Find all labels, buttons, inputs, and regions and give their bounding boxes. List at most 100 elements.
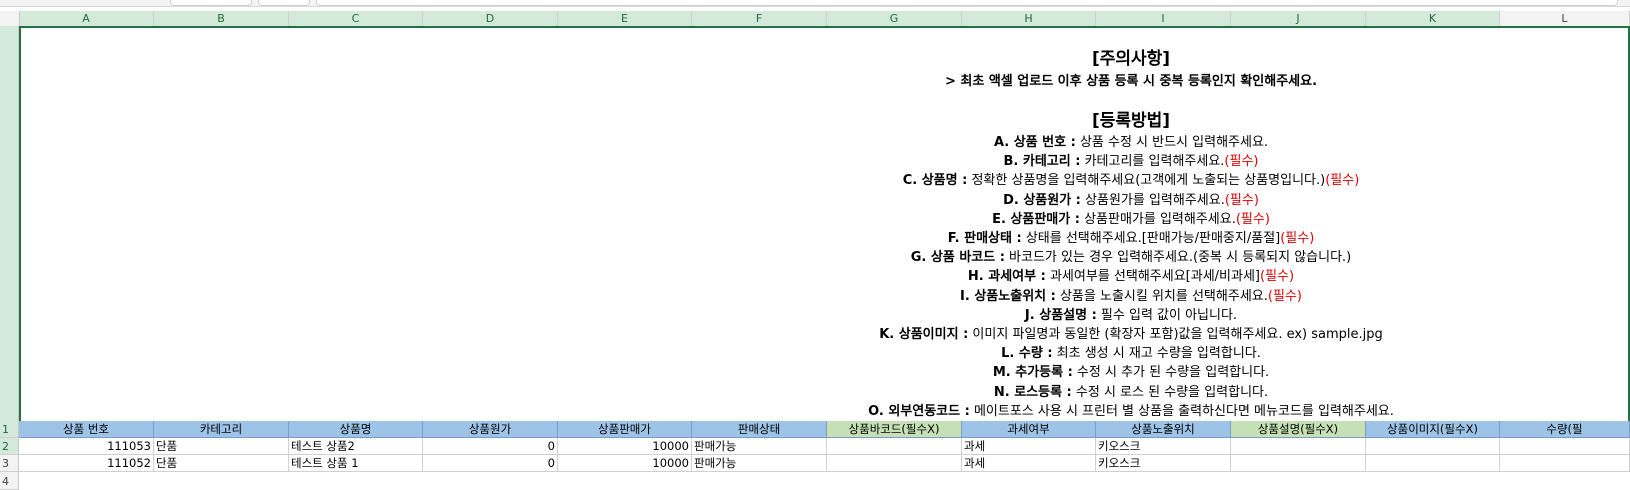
table-cell[interactable]: 판매가능	[692, 438, 827, 455]
table-cell[interactable]: 0	[423, 438, 558, 455]
window-tab[interactable]	[258, 0, 310, 6]
required-marker: (필수)	[1280, 231, 1315, 246]
header-cell[interactable]: 상품원가	[423, 421, 558, 438]
instruction-line: I. 상품노출위치 : 상품을 노출시킬 위치를 선택해주세요.(필수)	[960, 285, 1302, 304]
table-cell[interactable]	[1231, 438, 1366, 455]
instruction-label: G. 상품 바코드 :	[910, 250, 1005, 266]
table-cell[interactable]	[1500, 455, 1630, 472]
instruction-line: D. 상품원가 : 상품원가를 입력해주세요.(필수)	[1003, 189, 1259, 208]
instruction-text: 수정 시 로스 된 수량을 입력합니다.	[1071, 384, 1269, 400]
table-header-row: 상품 번호 카테고리 상품명 상품원가 상품판매가 판매상태 상품바코드(필수X) 과세여부 상…	[19, 421, 1630, 438]
instruction-label: C. 상품명 :	[902, 173, 968, 189]
row-number: 3	[2, 457, 9, 470]
window-tab[interactable]	[316, 0, 1618, 6]
table-cell[interactable]: 10000	[558, 438, 692, 455]
table-cell[interactable]	[1366, 438, 1500, 455]
instruction-label: F. 판매상태 :	[947, 231, 1022, 246]
table-cell[interactable]: 10000	[558, 455, 692, 472]
table-cell[interactable]: 단품	[154, 438, 289, 455]
table-cell[interactable]: 테스트 상품2	[289, 438, 423, 455]
instruction-line: F. 판매상태 : 상태를 선택해주세요.[판매가능/판매중지/품절](필수)	[948, 227, 1315, 246]
header-cell[interactable]: 카테고리	[154, 421, 289, 438]
instruction-label: I. 상품노출위치 :	[960, 288, 1056, 304]
header-cell[interactable]: 상품바코드(필수X)	[827, 421, 962, 438]
table-cell[interactable]: 0	[423, 455, 558, 472]
instruction-text: 과세여부를 선택해주세요[과세/비과세]	[1045, 269, 1260, 285]
instruction-label: D. 상품원가 :	[1003, 192, 1081, 208]
header-cell[interactable]: 상품노출위치	[1096, 421, 1231, 438]
notice-merged-cell[interactable]: [주의사항] > 최초 액셀 업로드 이후 상품 등록 시 중복 등록인지 확인해…	[19, 26, 1630, 438]
instruction-line: H. 과세여부 : 과세여부를 선택해주세요[과세/비과세](필수)	[968, 265, 1294, 284]
column-header-i[interactable]: I	[1096, 11, 1231, 26]
required-marker: (필수)	[1235, 211, 1270, 227]
column-header-e[interactable]: E	[558, 11, 692, 26]
instruction-label: M. 추가등록 :	[992, 365, 1073, 381]
instruction-text: 상품을 노출시킬 위치를 선택해주세요.	[1055, 288, 1268, 304]
instruction-label: B. 카테고리 :	[1003, 154, 1081, 170]
required-marker: (필수)	[1224, 192, 1259, 208]
select-all-corner[interactable]	[0, 11, 20, 27]
table-cell[interactable]	[827, 455, 962, 472]
instruction-line: J. 상품설명 : 필수 입력 값이 아닙니다.	[1025, 304, 1237, 323]
row-header-4[interactable]: 4	[0, 472, 19, 490]
table-cell[interactable]	[1500, 438, 1630, 455]
column-header-g[interactable]: G	[827, 11, 962, 26]
row-header-2[interactable]: 2	[0, 438, 19, 455]
header-cell[interactable]: 상품이미지(필수X)	[1366, 421, 1500, 438]
notice-title-caution: [주의사항]	[1091, 49, 1171, 69]
required-marker: (필수)	[1267, 288, 1302, 304]
instruction-line: N. 로스등록 : 수정 시 로스 된 수량을 입력합니다.	[994, 381, 1268, 400]
required-marker: (필수)	[1260, 269, 1295, 285]
header-cell[interactable]: 상품설명(필수X)	[1231, 421, 1366, 438]
table-cell[interactable]: 111052	[19, 455, 154, 472]
instruction-text: 상품판매가를 입력해주세요.	[1079, 211, 1236, 227]
instruction-line: E. 상품판매가 : 상품판매가를 입력해주세요.(필수)	[992, 208, 1270, 227]
column-header-j[interactable]: J	[1231, 11, 1366, 26]
instruction-label: L. 수량 :	[1001, 346, 1053, 362]
column-header-b[interactable]: B	[154, 11, 289, 26]
table-cell[interactable]: 키오스크	[1096, 455, 1231, 472]
header-cell[interactable]: 상품 번호	[19, 421, 154, 438]
column-header-a[interactable]: A	[19, 11, 154, 26]
header-cell[interactable]: 상품판매가	[558, 421, 692, 438]
column-header-h[interactable]: H	[962, 11, 1096, 26]
notice-warning: > 최초 액셀 업로드 이후 상품 등록 시 중복 등록인지 확인해주세요.	[944, 74, 1318, 89]
required-marker: (필수)	[1325, 173, 1360, 189]
instruction-label: J. 상품설명 :	[1024, 307, 1097, 323]
instruction-text: 상태를 선택해주세요.[판매가능/판매중지/품절]	[1021, 231, 1281, 246]
table-cell[interactable]	[1366, 455, 1500, 472]
table-cell[interactable]: 과세	[962, 438, 1096, 455]
header-cell[interactable]: 과세여부	[962, 421, 1096, 438]
table-cell[interactable]: 판매가능	[692, 455, 827, 472]
header-cell[interactable]: 수량(필	[1500, 421, 1630, 438]
instruction-label: H. 과세여부 :	[967, 269, 1046, 285]
row-header-1[interactable]: 1	[0, 26, 19, 438]
header-cell[interactable]: 판매상태	[692, 421, 827, 438]
table-cell[interactable]: 단품	[154, 455, 289, 472]
instruction-text: 상품 수정 시 반드시 입력해주세요.	[1075, 135, 1269, 150]
column-header-l[interactable]: L	[1500, 11, 1630, 26]
column-header-d[interactable]: D	[423, 11, 558, 26]
instruction-text: 바코드가 있는 경우 입력해주세요.(중복 시 등록되지 않습니다.)	[1004, 250, 1352, 266]
instruction-line: B. 카테고리 : 카테고리를 입력해주세요.(필수)	[1004, 150, 1259, 169]
column-header-k[interactable]: K	[1366, 11, 1500, 26]
table-cell[interactable]: 111053	[19, 438, 154, 455]
instruction-line: G. 상품 바코드 : 바코드가 있는 경우 입력해주세요.(중복 시 등록되지…	[911, 246, 1352, 265]
header-cell[interactable]: 상품명	[289, 421, 423, 438]
table-row: 111053 단품 테스트 상품2 0 10000 판매가능 과세 키오스크	[19, 438, 1630, 455]
row-header-3[interactable]: 3	[0, 455, 19, 472]
table-cell[interactable]: 과세	[962, 455, 1096, 472]
column-header-f[interactable]: F	[692, 11, 827, 26]
instruction-line: L. 수량 : 최초 생성 시 재고 수량을 입력합니다.	[1001, 342, 1261, 361]
table-cell[interactable]	[1231, 455, 1366, 472]
instruction-text: 카테고리를 입력해주세요.	[1080, 154, 1225, 170]
table-cell[interactable]: 키오스크	[1096, 438, 1231, 455]
instruction-label: N. 로스등록 :	[993, 384, 1072, 400]
column-header-c[interactable]: C	[289, 11, 423, 26]
row-number: 2	[2, 440, 9, 453]
instruction-text: 수정 시 추가 된 수량을 입력합니다.	[1072, 365, 1270, 381]
window-tab[interactable]	[170, 0, 252, 6]
table-cell[interactable]: 테스트 상품 1	[289, 455, 423, 472]
table-cell[interactable]	[827, 438, 962, 455]
instruction-label: K. 상품이미지 :	[879, 327, 969, 342]
